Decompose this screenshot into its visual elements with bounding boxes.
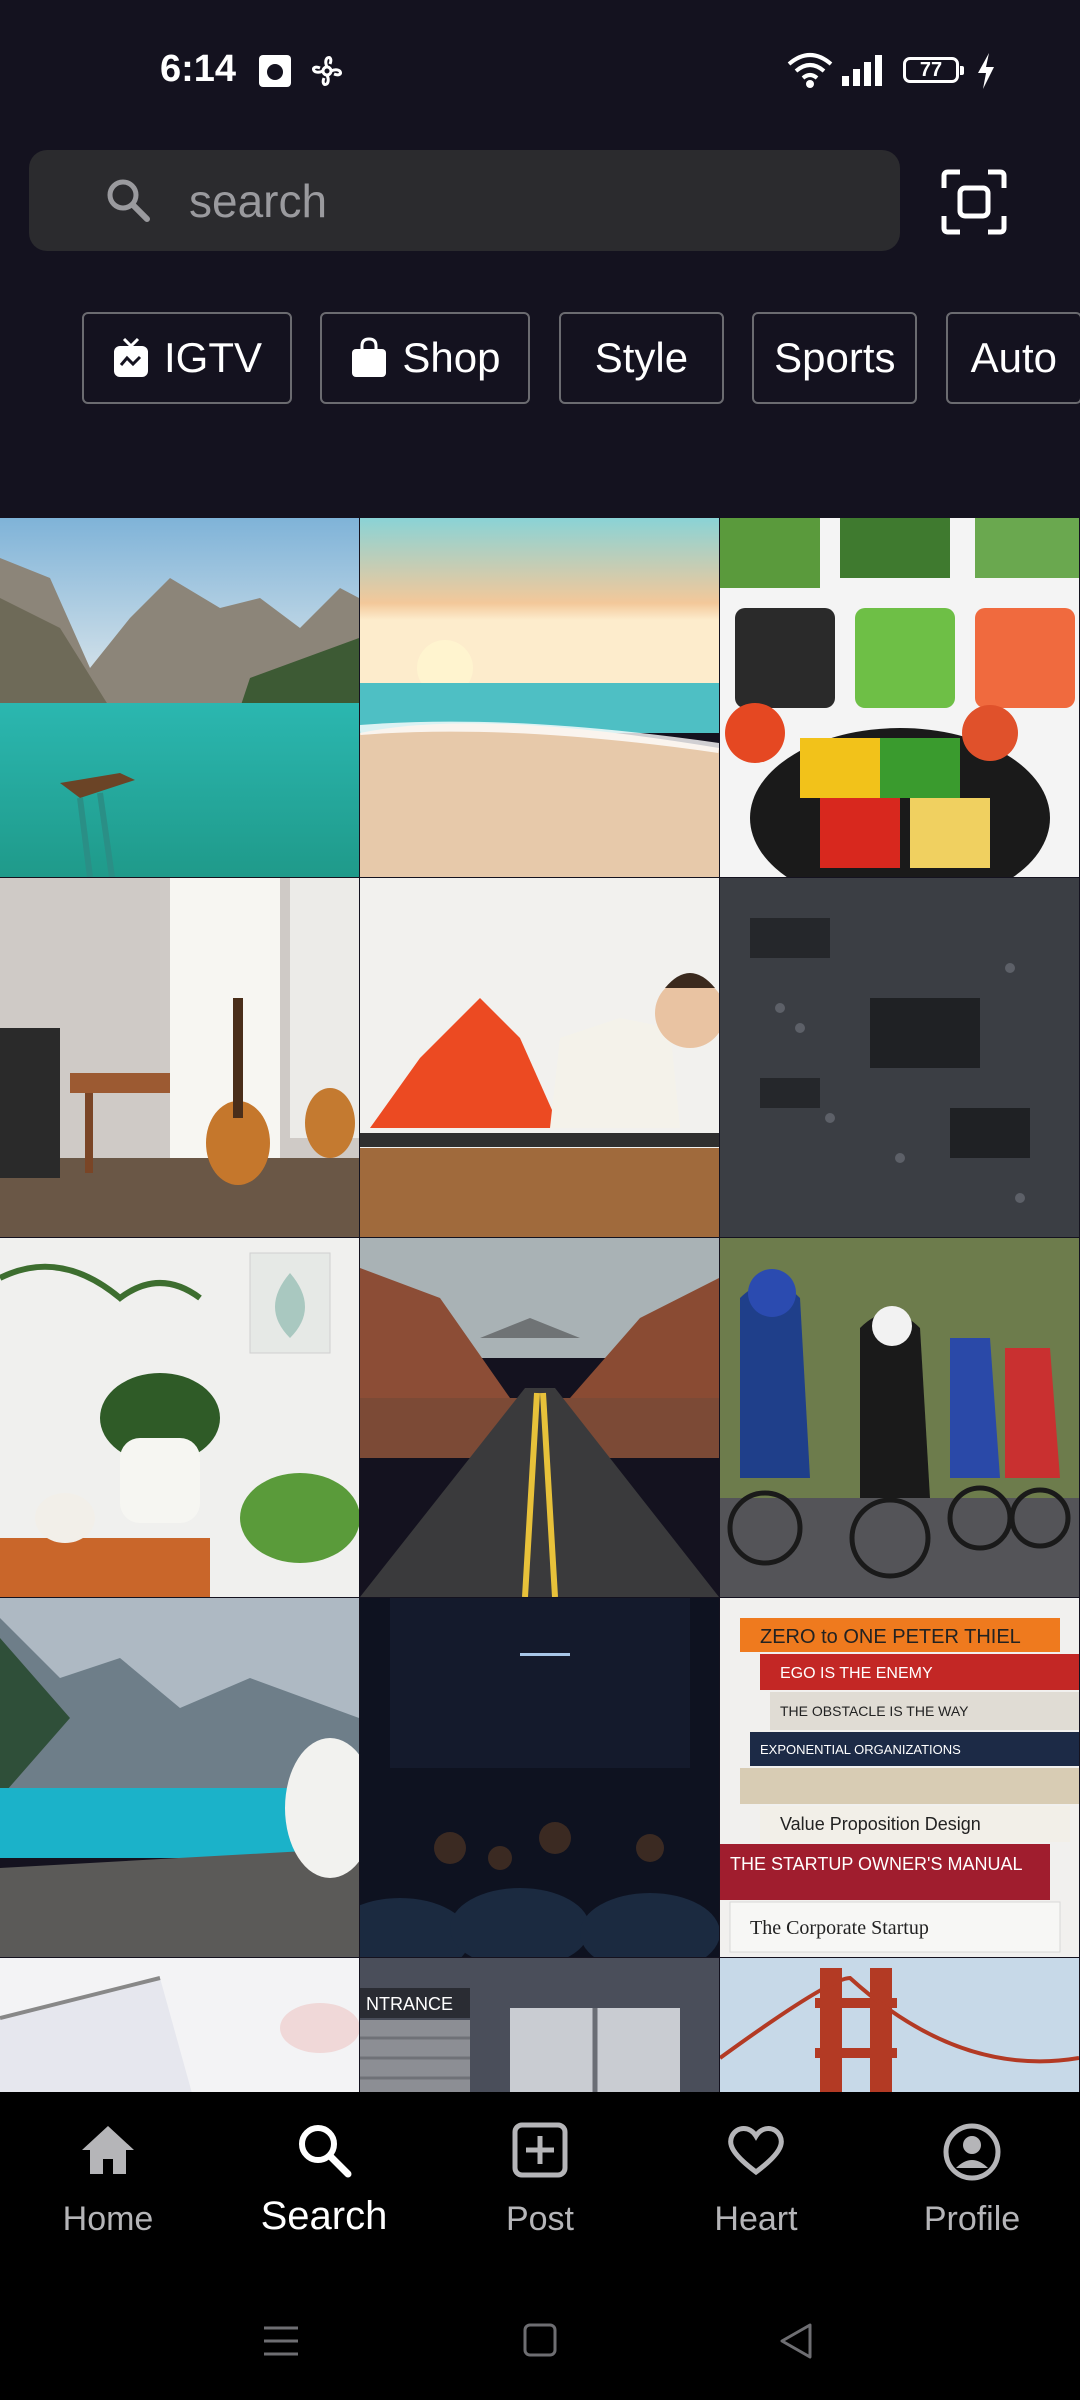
add-box-icon [512, 2122, 568, 2178]
grid-photo[interactable] [720, 878, 1079, 1237]
entrance-sign: NTRANCE [366, 1994, 453, 2014]
nav-label: Heart [714, 2200, 798, 2238]
book-title: Value Proposition Design [780, 1814, 981, 1834]
grid-photo[interactable] [720, 518, 1079, 877]
chip-label: Auto [970, 334, 1058, 381]
nav-label: Profile [923, 2200, 1021, 2238]
shopping-bag-icon [352, 337, 387, 377]
grid-photo[interactable] [0, 1238, 359, 1597]
bottom-nav: Home Search Post Heart Profile [0, 2092, 1080, 2282]
chip-label: Style [594, 334, 689, 381]
menu-icon[interactable] [262, 2324, 300, 2358]
grid-photo[interactable] [720, 1958, 1079, 2092]
fan-icon [312, 56, 342, 86]
chip-label: Sports [774, 334, 896, 381]
book-title: EXPONENTIAL ORGANIZATIONS [760, 1742, 961, 1757]
signal-icon [842, 55, 882, 86]
search-icon [107, 179, 150, 222]
grid-photo[interactable] [720, 1238, 1079, 1597]
book-title: THE OBSTACLE IS THE WAY [780, 1703, 969, 1719]
grid-photo[interactable] [360, 518, 719, 877]
nav-profile[interactable]: Profile [864, 2092, 1080, 2282]
grid-photo[interactable]: NTRANCE [360, 1958, 719, 2092]
search-input[interactable] [187, 170, 871, 232]
system-navigation-bar [0, 2282, 1080, 2400]
search-icon [299, 2125, 352, 2178]
nav-home[interactable]: Home [0, 2092, 216, 2282]
notification-app-icon [259, 55, 291, 87]
home-icon [82, 2126, 134, 2174]
nav-search[interactable]: Search [216, 2092, 432, 2282]
tv-icon [113, 337, 148, 377]
search-bar[interactable] [29, 150, 900, 251]
category-chips: IGTV Shop Style Sports Auto [82, 312, 1080, 408]
chip-igtv[interactable]: IGTV [82, 312, 292, 404]
nav-heart[interactable]: Heart [648, 2092, 864, 2282]
grid-photo[interactable] [0, 518, 359, 877]
nav-label: Home [62, 2200, 154, 2238]
chip-auto[interactable]: Auto [945, 312, 1080, 404]
chip-style[interactable]: Style [558, 312, 724, 404]
back-icon[interactable] [778, 2322, 814, 2360]
charging-icon [978, 53, 994, 89]
book-title: The Corporate Startup [750, 1917, 929, 1939]
chip-label: Shop [402, 334, 501, 381]
chip-shop[interactable]: Shop [320, 312, 531, 404]
book-title: EGO IS THE ENEMY [780, 1665, 933, 1682]
grid-photo[interactable] [360, 1598, 719, 1957]
grid-photo[interactable]: ZERO to ONE PETER THIEL EGO IS THE ENEMY… [720, 1598, 1079, 1957]
heart-icon [728, 2126, 784, 2176]
grid-photo[interactable] [0, 1958, 359, 2092]
explore-grid: ZERO to ONE PETER THIEL EGO IS THE ENEMY… [0, 518, 1080, 2092]
home-square-icon[interactable] [522, 2322, 558, 2358]
chip-sports[interactable]: Sports [752, 312, 918, 404]
grid-photo[interactable] [0, 1598, 359, 1957]
battery-indicator: 77 [903, 57, 964, 83]
account-circle-icon [943, 2123, 1001, 2181]
wifi-icon [787, 53, 833, 88]
nav-label: Search [260, 2194, 388, 2238]
grid-photo[interactable] [360, 1238, 719, 1597]
scan-qr-icon[interactable] [940, 168, 1008, 236]
nav-post[interactable]: Post [432, 2092, 648, 2282]
grid-photo[interactable] [0, 878, 359, 1237]
chip-label: IGTV [163, 334, 262, 381]
book-title: ZERO to ONE PETER THIEL [760, 1626, 1021, 1648]
status-time: 6:14 [160, 48, 237, 90]
status-bar: 6:14 77 [0, 0, 1080, 140]
book-title: THE STARTUP OWNER'S MANUAL [730, 1854, 1022, 1874]
nav-label: Post [505, 2200, 575, 2238]
grid-photo[interactable] [360, 878, 719, 1237]
